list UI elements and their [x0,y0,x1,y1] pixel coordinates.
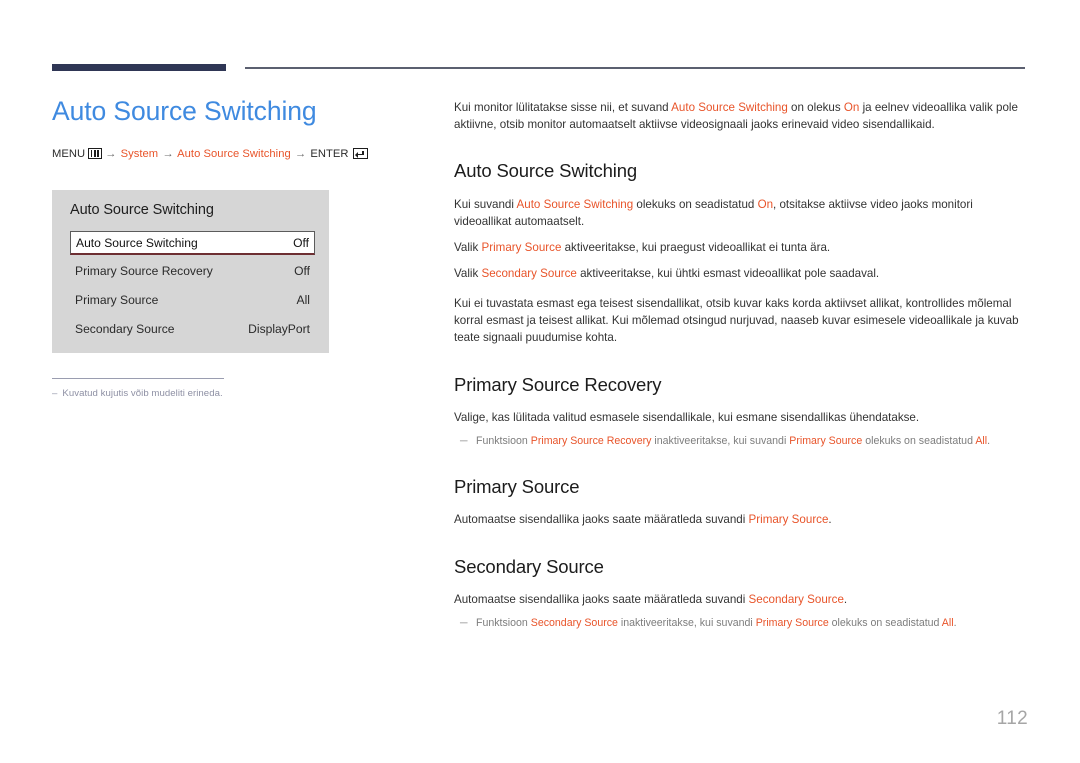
osd-row-value: DisplayPort [248,322,310,336]
osd-row-value: All [296,293,310,307]
intro-accent-2: On [843,101,860,114]
breadcrumb-arrow-2: → [162,148,174,161]
section-0-paragraph-3: Kui ei tuvastata esmast ega teisest sise… [454,295,1026,346]
p-part-2: olekuks on seadistatud [633,197,758,211]
note-accent-1: Secondary Source [530,616,618,629]
left-column: Auto Source Switching MENU → System → Aut… [52,96,412,160]
note-part-4: . [987,434,991,447]
note-accent-3: All [941,616,954,629]
footnote-text: Kuvatud kujutis võib mudeliti erineda. [62,388,223,399]
breadcrumb-enter-label: ENTER [310,148,349,161]
enter-icon [352,148,368,160]
osd-row-list: Auto Source Switching Off Primary Source… [70,231,315,347]
note-accent-2: Primary Source [755,616,829,629]
footnote-dash: – [52,388,58,399]
section-heading-secondary-source: Secondary Source [454,555,604,577]
osd-row-value: Off [294,264,310,278]
p-accent-2: On [757,197,774,211]
note-dash: ─ [460,616,468,629]
note-part-1: Funktsioon [476,616,531,629]
section-0-paragraph-0: Kui suvandi Auto Source Switching olekuk… [454,196,1026,230]
osd-row-primary-source[interactable]: Primary Source All [70,289,315,311]
p-part-2: . [828,513,832,527]
section-3-paragraph-0: Automaatse sisendallika jaoks saate määr… [454,591,1026,608]
note-part-1: Funktsioon [476,434,531,447]
p-accent-1: Secondary Source [748,592,844,606]
section-heading-primary-source-recovery: Primary Source Recovery [454,373,662,395]
p-accent-1: Auto Source Switching [516,197,634,211]
breadcrumb-arrow-3: → [294,148,307,161]
section-heading-primary-source: Primary Source [454,476,580,498]
menu-icon [88,148,103,160]
note-accent-1: Primary Source Recovery [530,434,652,447]
breadcrumb-step-auto-source-switching: Auto Source Switching [177,148,291,161]
page-title: Auto Source Switching [52,96,317,126]
osd-panel-title: Auto Source Switching [70,202,214,218]
section-1-note: ─ Funktsioon Primary Source Recovery inak… [460,434,1026,449]
note-part-2: inaktiveeritakse, kui suvandi [617,616,756,629]
osd-row-value: Off [293,235,309,250]
header-rule-line [245,67,1025,69]
p-part-2: . [843,592,848,606]
p-part-1: Valige, kas lülitada valitud esmasele si… [454,410,920,424]
p-part-2: aktiveeritakse, kui praegust videoallika… [561,240,831,254]
p-accent-1: Primary Source [481,240,562,254]
note-part-3: olekuks on seadistatud [862,434,976,447]
document-page: Auto Source Switching MENU → System → Aut… [0,0,1080,763]
intro-paragraph: Kui monitor lülitatakse sisse nii, et su… [454,99,1026,133]
p-part-1: Valik [454,266,482,280]
note-accent-2: Primary Source [789,434,863,447]
page-number: 112 [996,708,1028,729]
right-column: Kui monitor lülitatakse sisse nii, et su… [454,99,1026,631]
left-footnote: – Kuvatud kujutis võib mudeliti erineda. [52,388,392,399]
menu-breadcrumb: MENU → System → Auto Source Switching → E… [52,148,412,160]
p-part-1: Kui suvandi [454,197,517,211]
note-accent-3: All [975,434,988,447]
intro-accent-1: Auto Source Switching [671,101,788,114]
osd-row-auto-source-switching[interactable]: Auto Source Switching Off [70,231,315,255]
p-accent-1: Secondary Source [481,266,577,280]
section-heading-auto-source-switching: Auto Source Switching [454,160,637,182]
menu-breadcrumb-menu-label: MENU [52,148,86,161]
osd-row-label: Secondary Source [75,322,175,336]
p-part-2: aktiveeritakse, kui ühtki esmast videoal… [576,266,880,280]
header-accent-bar [52,64,226,71]
breadcrumb-arrow-1: → [105,148,117,161]
osd-row-primary-source-recovery[interactable]: Primary Source Recovery Off [70,260,315,282]
note-dash: ─ [460,434,468,447]
footnote-divider [52,378,224,379]
osd-row-secondary-source[interactable]: Secondary Source DisplayPort [70,318,315,340]
p-part-1: Automaatse sisendallika jaoks saate määr… [454,513,749,527]
breadcrumb-step-system: System [120,148,159,161]
section-0-paragraph-2: Valik Secondary Source aktiveeritakse, k… [454,265,1026,282]
section-3-note: ─ Funktsioon Secondary Source inaktiveeri… [460,616,1026,631]
intro-part-2: on olekus [787,101,844,114]
osd-row-label: Auto Source Switching [76,235,198,250]
note-part-4: . [953,616,957,629]
section-1-paragraph-0: Valige, kas lülitada valitud esmasele si… [454,409,1026,426]
note-part-3: olekuks on seadistatud [828,616,942,629]
note-part-2: inaktiveeritakse, kui suvandi [651,434,790,447]
p-part-1: Kui ei tuvastata esmast ega teisest sise… [454,297,1019,345]
section-2-paragraph-0: Automaatse sisendallika jaoks saate määr… [454,511,1026,528]
p-part-1: Automaatse sisendallika jaoks saate määr… [454,592,749,606]
p-accent-1: Primary Source [748,513,829,527]
osd-row-label: Primary Source Recovery [75,264,213,278]
section-0-paragraph-1: Valik Primary Source aktiveeritakse, kui… [454,239,1026,256]
p-part-1: Valik [454,240,482,254]
osd-menu-panel: Auto Source Switching Auto Source Switch… [52,190,329,353]
osd-row-label: Primary Source [75,293,159,307]
intro-part-1: Kui monitor lülitatakse sisse nii, et su… [454,101,672,114]
